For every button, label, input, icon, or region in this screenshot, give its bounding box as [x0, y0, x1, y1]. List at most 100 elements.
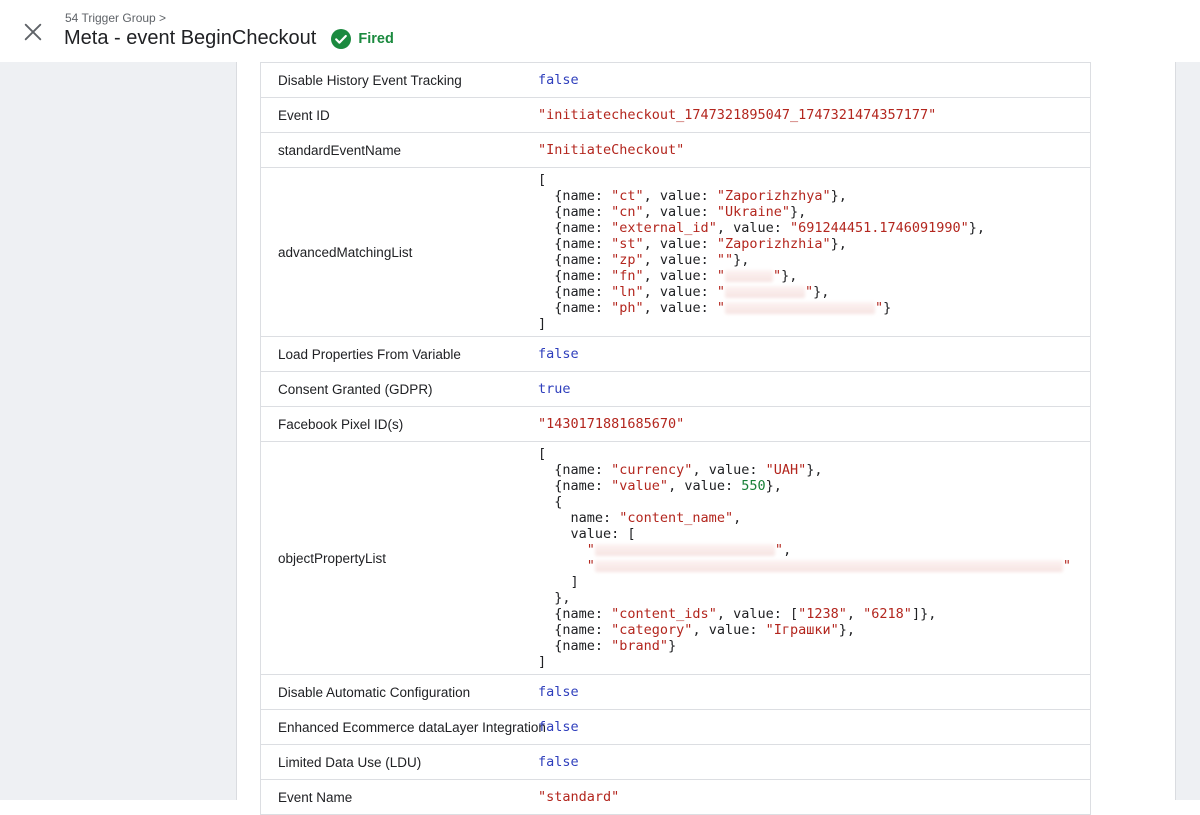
code-token: {name: — [538, 220, 611, 236]
code-token: , — [783, 542, 791, 558]
code-token: ]}, — [912, 606, 936, 622]
code-token: , value: [ — [717, 606, 798, 622]
code-token: "" — [717, 252, 733, 268]
property-row: Load Properties From Variablefalse — [261, 337, 1090, 372]
code-token: {name: — [538, 284, 611, 300]
code-token: " — [717, 300, 725, 316]
code-line: "" — [538, 558, 1071, 574]
close-icon — [22, 21, 44, 43]
code-token: {name: — [538, 622, 611, 638]
property-label: Disable Automatic Configuration — [261, 685, 538, 700]
code-token: , value: — [644, 236, 717, 252]
code-token: "Zaporizhzhia" — [717, 236, 831, 252]
left-background-panel — [0, 62, 237, 800]
code-token: {name: — [538, 300, 611, 316]
code-token: false — [538, 72, 579, 88]
code-line: {name: "zp", value: ""}, — [538, 252, 985, 268]
code-token: }, — [969, 220, 985, 236]
code-token: " — [717, 284, 725, 300]
property-label: Event Name — [261, 790, 538, 805]
code-token: " — [875, 300, 883, 316]
code-token: "st" — [611, 236, 644, 252]
code-line: [ — [538, 446, 1071, 462]
property-value: true — [538, 381, 571, 397]
code-token: "6218" — [863, 606, 912, 622]
breadcrumb[interactable]: 54 Trigger Group > — [65, 11, 166, 25]
code-token: " — [717, 268, 725, 284]
code-token — [538, 558, 587, 574]
code-token: ] — [538, 316, 546, 332]
code-token: false — [538, 684, 579, 700]
code-token: "Zaporizhzhya" — [717, 188, 831, 204]
property-value: "1430171881685670" — [538, 416, 684, 432]
code-line: name: "content_name", — [538, 510, 1071, 526]
property-label: Limited Data Use (LDU) — [261, 755, 538, 770]
property-label: objectPropertyList — [261, 551, 538, 566]
code-line: "", — [538, 542, 1071, 558]
property-row: Enhanced Ecommerce dataLayer Integration… — [261, 710, 1090, 745]
tag-detail-header: 54 Trigger Group > Meta - event BeginChe… — [0, 0, 1200, 62]
code-token: {name: — [538, 252, 611, 268]
property-value: [ {name: "ct" , value: "Zaporizhzhya"}, {… — [538, 172, 985, 332]
code-token: value: [ — [538, 526, 636, 542]
code-token: }, — [538, 590, 571, 606]
code-token: { — [538, 494, 562, 510]
code-token: "InitiateCheckout" — [538, 142, 684, 158]
code-token: }, — [733, 252, 749, 268]
code-line: {name: "content_ids", value: ["1238", "6… — [538, 606, 1071, 622]
code-token: "currency" — [611, 462, 692, 478]
code-token: [ — [538, 172, 546, 188]
code-token: , — [733, 510, 741, 526]
property-label: Load Properties From Variable — [261, 347, 538, 362]
code-token: "1430171881685670" — [538, 416, 684, 432]
property-label: advancedMatchingList — [261, 245, 538, 260]
code-token: "standard" — [538, 789, 619, 805]
code-token: "ct" — [611, 188, 644, 204]
property-label: Consent Granted (GDPR) — [261, 382, 538, 397]
code-token: "cn" — [611, 204, 644, 220]
code-line: {name: "brand"} — [538, 638, 1071, 654]
code-token: {name: — [538, 638, 611, 654]
property-row: Facebook Pixel ID(s)"1430171881685670" — [261, 407, 1090, 442]
property-label: Enhanced Ecommerce dataLayer Integration — [261, 720, 538, 735]
code-token: " — [1063, 558, 1071, 574]
code-token: "content_name" — [619, 510, 733, 526]
property-value: false — [538, 346, 579, 362]
code-token: " — [587, 542, 595, 558]
code-token: " — [587, 558, 595, 574]
code-line: {name: "st", value: "Zaporizhzhia"}, — [538, 236, 985, 252]
close-button[interactable] — [20, 20, 46, 46]
code-token: , value: — [644, 300, 717, 316]
code-token: }, — [831, 188, 847, 204]
code-line: {name: "value", value: 550}, — [538, 478, 1071, 494]
code-line: value: [ — [538, 526, 1071, 542]
code-line: {name: "external_id", value: "691244451.… — [538, 220, 985, 236]
code-token: name: — [538, 510, 619, 526]
code-token: } — [883, 300, 891, 316]
code-token: 550 — [741, 478, 765, 494]
code-token: "ln" — [611, 284, 644, 300]
code-token — [538, 542, 587, 558]
property-value: [ {name: "currency", value: "UAH"}, {nam… — [538, 446, 1071, 670]
code-token: "691244451.1746091990" — [790, 220, 969, 236]
property-row: objectPropertyList[ {name: "currency", v… — [261, 442, 1090, 675]
property-value: "standard" — [538, 789, 619, 805]
code-token: }, — [766, 478, 782, 494]
property-row: Event ID"initiatecheckout_1747321895047_… — [261, 98, 1090, 133]
code-token: , value: — [692, 462, 765, 478]
property-row: Disable History Event Trackingfalse — [261, 63, 1090, 98]
code-token: , value: — [644, 284, 717, 300]
code-line: ] — [538, 316, 985, 332]
code-token: } — [668, 638, 676, 654]
property-label: standardEventName — [261, 143, 538, 158]
code-token: }, — [790, 204, 806, 220]
code-line: {name: "ln", value: ""}, — [538, 284, 985, 300]
code-token: {name: — [538, 478, 611, 494]
code-token: false — [538, 346, 579, 362]
code-token: "content_ids" — [611, 606, 717, 622]
code-token: {name: — [538, 606, 611, 622]
redacted-value — [725, 270, 773, 282]
code-token: "value" — [611, 478, 668, 494]
code-token: , — [847, 606, 863, 622]
code-line: ] — [538, 574, 1071, 590]
